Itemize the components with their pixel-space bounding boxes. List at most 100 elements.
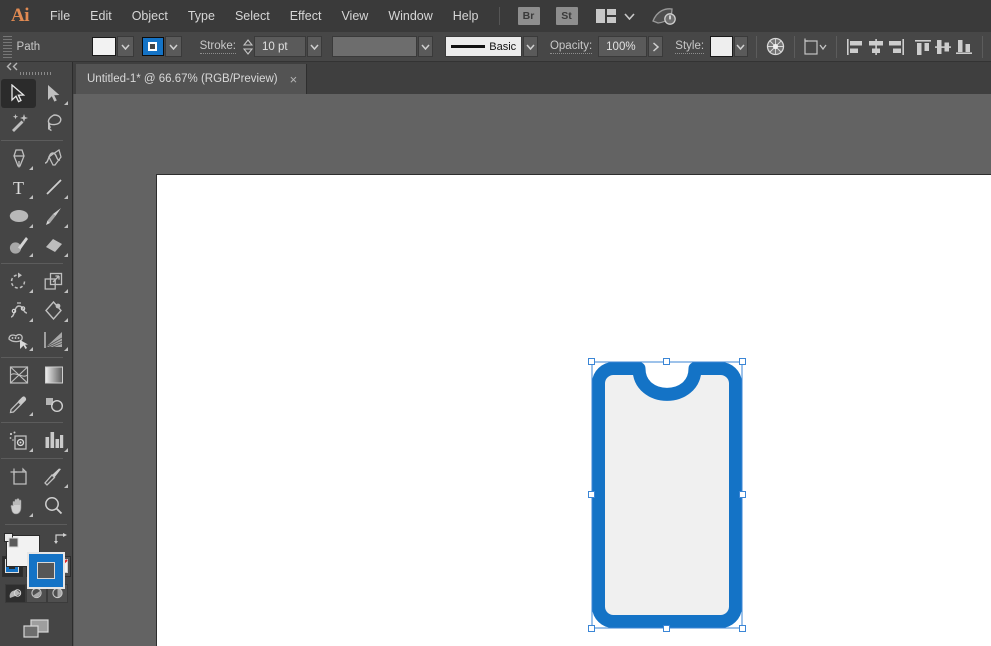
scale-tool[interactable] [36,267,71,296]
free-transform-tool[interactable] [36,296,71,325]
graphic-style-swatch[interactable] [710,36,733,57]
align-horizontal-center-icon[interactable] [866,35,887,59]
menu-divider [499,7,500,25]
artboard[interactable] [156,174,991,646]
tank-top-path[interactable] [591,361,743,629]
variable-width-chevron-down-icon[interactable] [418,36,433,57]
pen-tool[interactable] [1,144,36,173]
lasso-tool[interactable] [36,108,71,137]
selection-handle-top-left[interactable] [588,358,595,365]
tool-flyout-indicator [64,101,68,105]
selection-handle-bottom-center[interactable] [663,625,670,632]
selection-handle-bottom-left[interactable] [588,625,595,632]
stroke-dropdown-chevron-down-icon[interactable] [165,36,182,57]
menu-object[interactable]: Object [122,0,178,32]
selection-handle-middle-left[interactable] [588,491,595,498]
gradient-tool[interactable] [36,361,71,390]
stroke-swatch[interactable] [27,552,65,589]
perspective-grid-tool[interactable] [36,325,71,354]
default-fill-stroke-icon[interactable] [4,533,19,553]
tool-flyout-indicator [64,224,68,228]
stroke-color-swatch[interactable] [142,37,164,56]
tools-panel-grip[interactable] [20,72,52,75]
direct-selection-tool[interactable] [36,79,71,108]
bridge-icon[interactable]: Br [518,7,540,25]
eyedropper-tool[interactable] [1,390,36,419]
magic-wand-tool[interactable] [1,108,36,137]
slice-tool[interactable] [36,462,71,491]
stroke-weight-input[interactable]: 10 pt [254,36,306,57]
zoom-tool[interactable] [36,491,71,520]
document-tab[interactable]: Untitled-1* @ 66.67% (RGB/Preview) × [76,64,307,94]
stroke-weight-stepper[interactable] [242,36,254,57]
selection-tool[interactable] [1,79,36,108]
paintbrush-tool[interactable] [36,202,71,231]
eraser-tool[interactable] [36,231,71,260]
control-divider-2 [794,36,795,58]
menu-edit[interactable]: Edit [80,0,122,32]
control-divider-1 [756,36,757,58]
tool-flyout-indicator [29,195,33,199]
shaper-tool[interactable] [1,231,36,260]
brush-definition-field[interactable]: Basic [445,36,522,57]
menu-select[interactable]: Select [225,0,280,32]
hand-tool[interactable] [1,491,36,520]
mesh-tool[interactable] [1,361,36,390]
menu-view[interactable]: View [331,0,378,32]
type-tool[interactable]: T [1,173,36,202]
illustrator-logo-icon: Ai [0,0,40,32]
tool-divider-3 [1,357,63,358]
menu-type[interactable]: Type [178,0,225,32]
blend-tool[interactable] [36,390,71,419]
stock-icon[interactable]: St [556,7,578,25]
menu-window[interactable]: Window [378,0,442,32]
fill-dropdown-chevron-down-icon[interactable] [117,36,134,57]
menu-file[interactable]: File [40,0,80,32]
arrange-documents-icon[interactable] [594,7,618,25]
close-icon[interactable]: × [290,73,298,86]
shape-builder-tool[interactable] [1,325,36,354]
variable-width-profile-field[interactable] [332,36,418,57]
tool-flyout-indicator [29,289,33,293]
control-bar-grip[interactable] [3,36,12,58]
fill-color-swatch[interactable] [92,37,116,56]
stroke-weight-chevron-down-icon[interactable] [307,36,322,57]
tool-flyout-indicator [64,289,68,293]
align-left-icon[interactable] [845,35,866,59]
width-tool[interactable] [1,296,36,325]
selection-handle-top-right[interactable] [739,358,746,365]
opacity-label[interactable]: Opacity: [550,40,592,54]
column-graph-tool[interactable] [36,426,71,455]
transform-icon[interactable] [803,35,829,59]
rotate-tool[interactable] [1,267,36,296]
selection-handle-top-center[interactable] [663,358,670,365]
canvas-area[interactable] [74,94,991,646]
collapse-panel-chevron-icon[interactable] [0,62,73,71]
swap-fill-stroke-icon[interactable] [54,531,68,549]
align-right-icon[interactable] [886,35,907,59]
align-top-icon[interactable] [913,35,934,59]
opacity-chevron-right-icon[interactable] [648,36,663,57]
line-segment-tool[interactable] [36,173,71,202]
align-bottom-icon[interactable] [954,35,975,59]
tool-flyout-indicator [29,412,33,416]
align-vertical-center-icon[interactable] [933,35,954,59]
opacity-input[interactable]: 100% [598,36,647,57]
menu-effect[interactable]: Effect [280,0,332,32]
draw-normal-icon[interactable] [5,584,26,603]
ellipse-tool[interactable] [1,202,36,231]
selection-handle-bottom-right[interactable] [739,625,746,632]
artboard-tool[interactable] [1,462,36,491]
arrange-chevron-down-icon[interactable] [624,7,635,25]
menu-help[interactable]: Help [443,0,489,32]
symbol-sprayer-tool[interactable] [1,426,36,455]
stroke-weight-label[interactable]: Stroke: [200,40,236,54]
change-screen-mode-icon[interactable] [21,619,51,646]
rocket-icon[interactable] [651,7,677,25]
style-chevron-down-icon[interactable] [734,36,749,57]
brush-definition-chevron-down-icon[interactable] [523,36,538,57]
style-label[interactable]: Style: [675,40,704,54]
recolor-artwork-icon[interactable] [765,35,786,59]
curvature-tool[interactable] [36,144,71,173]
selection-handle-middle-right[interactable] [739,491,746,498]
